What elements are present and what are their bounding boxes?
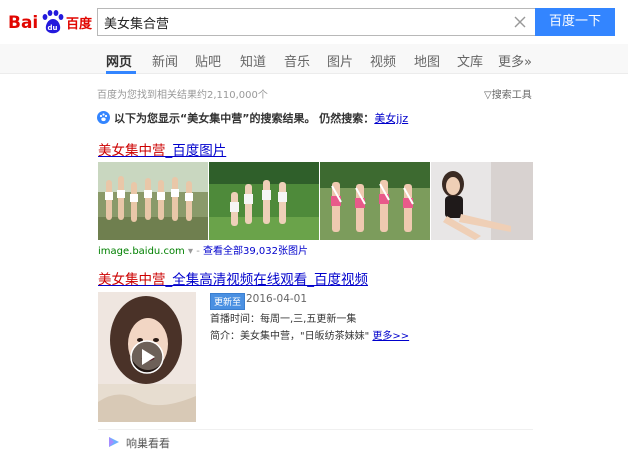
update-badge: 更新至	[210, 293, 246, 310]
tab-music[interactable]: 音乐	[284, 51, 310, 70]
video-source-bar: 响巢看看	[98, 429, 533, 453]
air-time-value: 每周一,三,五更新一集	[260, 314, 357, 325]
paw-info-icon	[97, 111, 110, 124]
air-time-label: 首播时间：	[210, 314, 260, 325]
video-thumbnail[interactable]	[98, 292, 196, 422]
search-tools-button[interactable]: ▽搜索工具	[484, 86, 532, 101]
svg-text:百度: 百度	[66, 16, 92, 32]
source-url: image.baidu.com	[98, 246, 185, 257]
search-input[interactable]	[104, 9, 504, 35]
play-logo-icon	[109, 437, 119, 447]
video-source-label[interactable]: 响巢看看	[126, 435, 170, 451]
tab-wenku[interactable]: 文库	[457, 51, 483, 70]
video-result-title-rest: _全集高清视频在线观看_百度视频	[165, 272, 369, 288]
intro-line: 简介：美女集中营，"日皈纺茶妹妹" 更多>>	[210, 327, 409, 342]
more-link[interactable]: 更多>>	[372, 331, 409, 342]
view-all-images-link[interactable]: 查看全部39,032张图片	[203, 246, 308, 257]
active-tab-indicator	[106, 71, 136, 74]
notice-prefix: 以下为您显示	[114, 112, 180, 125]
image-result-title[interactable]: 美女集中营_百度图片	[98, 139, 226, 159]
clear-icon[interactable]	[513, 15, 527, 29]
video-result-title[interactable]: 美女集中营_全集高清视频在线观看_百度视频	[98, 268, 368, 288]
header: Bai du 百度 百度一下	[0, 0, 628, 44]
tab-web[interactable]: 网页	[106, 51, 132, 70]
result-image-2[interactable]	[209, 162, 319, 240]
result-image-4[interactable]	[431, 162, 533, 240]
tab-zhidao[interactable]: 知道	[240, 51, 266, 70]
tab-tieba[interactable]: 贴吧	[195, 51, 221, 70]
source-dropdown-icon[interactable]: ▾	[188, 246, 193, 257]
search-tools-label: 搜索工具	[491, 90, 532, 101]
tab-images[interactable]: 图片	[327, 51, 353, 70]
tab-more[interactable]: 更多»	[498, 51, 532, 70]
baidu-logo[interactable]: Bai du 百度	[8, 5, 92, 37]
notice-suffix: 的搜索结果。 仍然搜索：	[249, 112, 375, 125]
tab-map[interactable]: 地图	[414, 51, 440, 70]
intro-label: 简介：	[210, 331, 240, 342]
tab-news[interactable]: 新闻	[152, 51, 178, 70]
video-result-title-highlight: 美女集中营	[98, 272, 166, 288]
dash-separator: -	[196, 246, 200, 257]
spelling-notice: 以下为您显示“美女集中营”的搜索结果。 仍然搜索：美女jjz	[97, 110, 408, 126]
filter-icon: ▽	[484, 90, 492, 101]
result-image-3[interactable]	[320, 162, 430, 240]
image-result-source: image.baidu.com ▾ - 查看全部39,032张图片	[98, 242, 308, 257]
image-result-title-highlight: 美女集中营	[98, 143, 166, 159]
original-query-link[interactable]: 美女jjz	[374, 112, 408, 125]
tab-bar: 网页 新闻 贴吧 知道 音乐 图片 视频 地图 文库 更多»	[0, 44, 628, 74]
result-count: 百度为您找到相关结果约2,110,000个	[97, 90, 268, 101]
image-strip	[98, 162, 533, 240]
search-button[interactable]: 百度一下	[535, 8, 615, 36]
notice-query: “美女集中营”	[180, 112, 250, 125]
tab-video[interactable]: 视频	[370, 51, 396, 70]
result-image-1[interactable]	[98, 162, 208, 240]
svg-text:du: du	[48, 24, 58, 32]
intro-value: 美女集中营，"日皈纺茶妹妹"	[240, 331, 370, 342]
air-time-line: 首播时间：每周一,三,五更新一集	[210, 310, 356, 325]
search-box	[97, 8, 535, 36]
image-result-title-rest: _百度图片	[165, 143, 227, 159]
update-date: 2016-04-01	[246, 293, 308, 305]
svg-text:Bai: Bai	[8, 13, 38, 33]
